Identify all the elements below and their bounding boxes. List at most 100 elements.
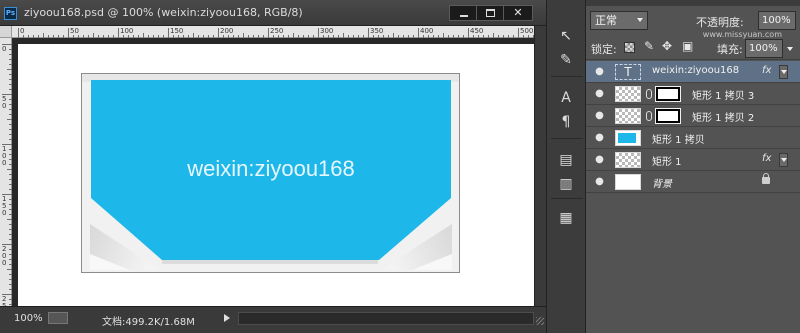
minimize-icon bbox=[460, 15, 468, 17]
link-icon[interactable] bbox=[646, 89, 652, 99]
vertical-scrollbar[interactable] bbox=[534, 26, 546, 306]
mask-shape bbox=[658, 89, 678, 99]
fill-field[interactable]: 100% bbox=[745, 39, 783, 58]
ruler-label: 250 bbox=[270, 27, 284, 35]
chevron-down-icon bbox=[781, 70, 787, 74]
maximize-button[interactable] bbox=[476, 5, 504, 21]
canvas-text-layer: weixin:ziyoou168 bbox=[186, 156, 355, 181]
shape-fill bbox=[618, 133, 636, 143]
card-artwork: weixin:ziyoou168 bbox=[90, 80, 452, 270]
fill-label: 填充: bbox=[717, 43, 743, 56]
ruler-label: 1 0 0 bbox=[2, 145, 7, 167]
chevron-down-icon bbox=[781, 158, 787, 162]
ruler-tick bbox=[268, 28, 269, 38]
brush-presets-icon[interactable]: ▦ bbox=[555, 208, 577, 228]
layer-name: 矩形 1 拷贝 bbox=[652, 135, 705, 146]
expand-effects-button[interactable] bbox=[779, 153, 788, 167]
ruler-label: 50 bbox=[70, 27, 79, 35]
document-title: ziyoou168.psd @ 100% (weixin:ziyoou168, … bbox=[24, 6, 303, 19]
layer-name: weixin:ziyoou168 bbox=[652, 65, 740, 76]
ruler-label: 500 bbox=[520, 27, 534, 35]
lock-pixels-icon[interactable]: ✎ bbox=[644, 39, 655, 53]
fx-icon[interactable]: fx bbox=[762, 65, 771, 76]
vector-mask-thumbnail bbox=[655, 86, 681, 102]
layer-row[interactable]: ● 矩形 1 fx bbox=[586, 149, 800, 171]
type-tool-icon[interactable]: A bbox=[555, 88, 577, 108]
ruler-label: 1 5 0 bbox=[2, 195, 7, 217]
layer-row[interactable]: ● 背景 bbox=[586, 171, 800, 193]
history-icon[interactable]: ▤ bbox=[555, 150, 577, 170]
blend-mode-value: 正常 bbox=[595, 14, 617, 27]
ruler-tick bbox=[218, 28, 219, 38]
layers-panel: 正常 不透明度: 100% www.missyuan.com 锁定: ✎ ✥ ▣… bbox=[586, 0, 800, 333]
eye-icon[interactable]: ● bbox=[593, 88, 606, 99]
ruler-label: 0 bbox=[20, 27, 25, 35]
lock-row: 锁定: ✎ ✥ ▣ 填充: 100% bbox=[586, 36, 800, 60]
opacity-field[interactable]: 100% bbox=[758, 11, 796, 30]
expand-effects-button[interactable] bbox=[779, 65, 788, 79]
eye-icon[interactable]: ● bbox=[593, 154, 606, 165]
layer-row[interactable]: ● 矩形 1 拷贝 bbox=[586, 127, 800, 149]
paragraph-icon[interactable]: ¶ bbox=[555, 112, 577, 132]
layer-row[interactable]: ● 矩形 1 拷贝 3 bbox=[586, 83, 800, 105]
fill-dropdown-icon[interactable] bbox=[787, 47, 793, 51]
ruler-tick bbox=[118, 28, 119, 38]
direct-selection-icon[interactable]: ✎ bbox=[555, 50, 577, 70]
ruler-tick bbox=[518, 28, 519, 38]
panel-tools-strip: ↖ ✎ A ¶ ▤ ▥ ▦ bbox=[546, 0, 586, 333]
path-selection-icon[interactable]: ↖ bbox=[555, 26, 577, 46]
bottom-shadow bbox=[162, 260, 378, 264]
canvas-area[interactable]: weixin:ziyoou168 bbox=[12, 38, 536, 308]
layer-row[interactable]: ● Tweixin:ziyoou168 fx bbox=[586, 61, 800, 83]
tool-separator bbox=[551, 138, 583, 139]
card-shape: weixin:ziyoou168 bbox=[81, 73, 460, 273]
ruler-label: 300 bbox=[320, 27, 334, 35]
ruler-label: 100 bbox=[120, 27, 134, 35]
fx-icon[interactable]: fx bbox=[762, 153, 771, 164]
eye-icon[interactable]: ● bbox=[593, 110, 606, 121]
status-menu-arrow-icon[interactable] bbox=[224, 314, 230, 322]
layer-thumbnail bbox=[615, 152, 641, 168]
layer-thumbnail bbox=[615, 108, 641, 124]
actions-icon[interactable]: ▥ bbox=[555, 174, 577, 194]
eye-icon[interactable]: ● bbox=[593, 66, 606, 77]
resize-grip[interactable] bbox=[536, 317, 544, 325]
layer-row[interactable]: ● 矩形 1 拷贝 2 bbox=[586, 105, 800, 127]
ruler-label: 350 bbox=[370, 27, 384, 35]
document-title-bar[interactable]: Ps ziyoou168.psd @ 100% (weixin:ziyoou16… bbox=[0, 0, 546, 26]
vector-mask-thumbnail bbox=[655, 108, 681, 124]
layer-name: 背景 bbox=[652, 179, 672, 190]
chevron-down-icon bbox=[637, 18, 643, 22]
opacity-label: 不透明度: bbox=[696, 16, 744, 29]
close-button[interactable]: ✕ bbox=[503, 5, 533, 21]
status-indicator bbox=[48, 312, 68, 324]
shape-layer-thumbnail bbox=[615, 130, 641, 146]
eye-icon[interactable]: ● bbox=[593, 176, 606, 187]
layers-panel-header bbox=[586, 0, 800, 6]
horizontal-scrollbar[interactable] bbox=[238, 312, 534, 325]
ruler-tick bbox=[68, 28, 69, 38]
blend-row: 正常 不透明度: 100% www.missyuan.com bbox=[586, 8, 800, 39]
ruler-origin[interactable] bbox=[0, 26, 12, 38]
blend-mode-select[interactable]: 正常 bbox=[590, 11, 648, 30]
ruler-tick bbox=[318, 28, 319, 38]
lock-all-icon[interactable]: ▣ bbox=[682, 39, 693, 53]
background-thumbnail bbox=[615, 174, 641, 190]
layer-name: 矩形 1 bbox=[652, 157, 682, 168]
document-canvas[interactable]: weixin:ziyoou168 bbox=[18, 44, 536, 308]
ruler-label: 0 bbox=[2, 45, 7, 53]
ruler-tick bbox=[418, 28, 419, 38]
eye-icon[interactable]: ● bbox=[593, 132, 606, 143]
minimize-button[interactable] bbox=[449, 5, 477, 21]
zoom-level[interactable]: 100% bbox=[14, 313, 43, 324]
ruler-label: 2 0 0 bbox=[2, 245, 7, 267]
lock-transparency-icon[interactable] bbox=[624, 42, 635, 53]
lock-label: 锁定: bbox=[591, 43, 617, 56]
ruler-label: 450 bbox=[470, 27, 484, 35]
ruler-label: 200 bbox=[220, 27, 234, 35]
lock-position-icon[interactable]: ✥ bbox=[662, 39, 673, 53]
horizontal-ruler[interactable]: 0 50 100 150 200 250 300 350 400 450 500 bbox=[12, 26, 564, 38]
vertical-ruler[interactable]: 05 01 0 01 5 02 0 02 5 0 bbox=[0, 38, 12, 330]
link-icon[interactable] bbox=[646, 111, 652, 121]
photoshop-logo-icon: Ps bbox=[4, 7, 17, 20]
